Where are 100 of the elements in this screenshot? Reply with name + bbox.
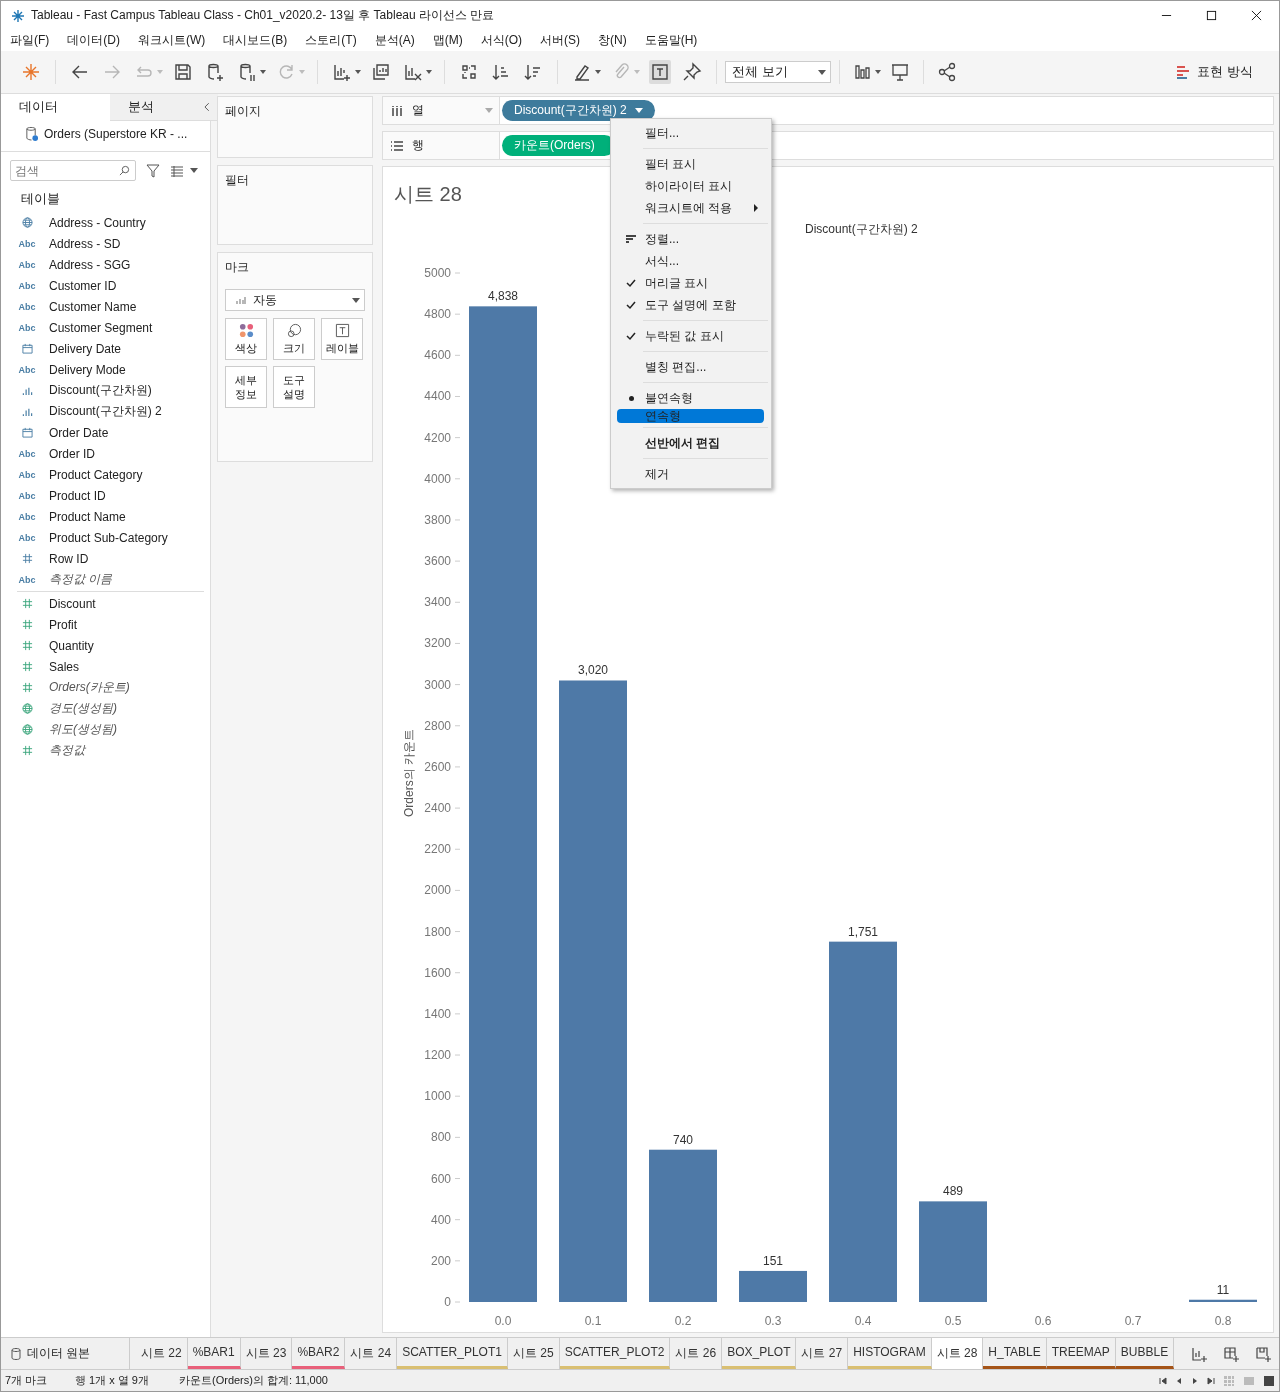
menu-item[interactable]: 별칭 편집... (617, 356, 764, 378)
menu-item[interactable]: 선반에서 편집 (617, 432, 764, 454)
field-name[interactable]: 위도(생성됨) (49, 721, 117, 738)
menu-item[interactable]: 분석(A) (374, 32, 415, 49)
maximize-icon[interactable] (1206, 10, 1217, 21)
field-name[interactable]: Product ID (49, 488, 106, 503)
menu-item[interactable]: 파일(F) (10, 32, 50, 49)
field-name[interactable]: Discount(구간차원) 2 (49, 403, 162, 420)
field-name[interactable]: Discount (49, 596, 96, 611)
menu-item[interactable]: 스토리(T) (305, 32, 357, 49)
menu-item[interactable]: 불연속형 (617, 387, 764, 409)
menu-item[interactable]: 창(N) (598, 32, 627, 49)
share-icon[interactable] (937, 62, 957, 82)
field-pill[interactable]: Discount(구간차원) 2 (502, 100, 655, 121)
pin-icon[interactable] (682, 62, 702, 82)
tooltip-mark-button[interactable]: 도구 설명 (273, 366, 315, 408)
previous-page-icon[interactable] (1175, 1376, 1183, 1385)
clear-sheet-icon[interactable] (403, 62, 423, 82)
number-type-icon (21, 619, 33, 630)
filter-icon[interactable] (146, 163, 160, 178)
duplicate-sheet-icon[interactable] (371, 62, 391, 82)
tab-view-icon[interactable] (1263, 1374, 1275, 1387)
close-icon[interactable] (1251, 10, 1262, 21)
save-icon[interactable] (173, 62, 193, 82)
sheet-tab[interactable]: 시트 28 (931, 1338, 984, 1369)
pause-data-icon[interactable] (237, 62, 257, 82)
bar-chart-icon[interactable] (853, 62, 873, 82)
field-name[interactable]: Delivery Date (49, 341, 122, 356)
next-page-icon[interactable] (1191, 1376, 1199, 1385)
field-name[interactable]: Product Name (49, 509, 126, 524)
menu-item[interactable]: 필터... (617, 122, 764, 144)
menu-item[interactable]: 하이라이터 표시 (617, 175, 764, 197)
field-name[interactable]: 측정값 (49, 742, 85, 759)
menu-item[interactable]: 도움말(H) (644, 32, 698, 49)
new-dashboard-icon[interactable] (1223, 1345, 1239, 1362)
menu-item[interactable]: 서식(O) (480, 32, 522, 49)
collapse-icon[interactable] (204, 102, 210, 112)
menu-item[interactable]: 워크시트에 적용 (617, 197, 764, 219)
sort-ascending-icon[interactable] (491, 62, 511, 82)
field-name[interactable]: Customer Segment (49, 320, 153, 335)
new-data-source-icon[interactable] (205, 62, 225, 82)
field-name[interactable]: Address - SGG (49, 257, 131, 272)
field-name[interactable]: Order ID (49, 446, 95, 461)
menu-item[interactable]: 정렬... (617, 228, 764, 250)
menu-item[interactable]: 머리글 표시 (617, 272, 764, 294)
menu-item[interactable]: 워크시트(W) (138, 32, 206, 49)
caret-icon[interactable] (190, 168, 198, 173)
field-name[interactable]: Address - SD (49, 236, 121, 251)
size-mark-button[interactable]: 크기 (273, 318, 315, 360)
field-name[interactable]: Product Sub-Category (49, 530, 168, 545)
mark-type-dropdown[interactable]: 자동 (225, 289, 365, 311)
field-name[interactable]: Orders(카운트) (49, 679, 130, 696)
field-name[interactable]: Product Category (49, 467, 143, 482)
field-name[interactable]: Profit (49, 617, 77, 632)
label-mark-button[interactable]: 레이블 (321, 318, 363, 360)
caret-icon[interactable] (355, 70, 361, 74)
field-name[interactable]: Customer Name (49, 299, 137, 314)
detail-mark-button[interactable]: 세부 정보 (225, 366, 267, 408)
menu-item[interactable]: 필터 표시 (617, 153, 764, 175)
new-worksheet-icon[interactable] (1191, 1345, 1207, 1362)
field-name[interactable]: 경도(생성됨) (49, 700, 117, 717)
field-name[interactable]: Customer ID (49, 278, 117, 293)
menu-item[interactable]: 대시보드(B) (223, 32, 288, 49)
last-page-icon[interactable] (1207, 1376, 1215, 1385)
menu-item[interactable]: 데이터(D) (67, 32, 120, 49)
menu-item[interactable]: 연속형 (617, 409, 764, 423)
field-name[interactable]: Order Date (49, 425, 109, 440)
swap-icon[interactable] (459, 62, 479, 82)
sort-descending-icon[interactable] (523, 62, 543, 82)
caret-icon[interactable] (595, 70, 601, 74)
field-name[interactable]: Row ID (49, 551, 89, 566)
field-name[interactable]: Delivery Mode (49, 362, 126, 377)
first-page-icon[interactable] (1159, 1376, 1167, 1385)
field-name[interactable]: Sales (49, 659, 80, 674)
new-story-icon[interactable] (1255, 1345, 1271, 1362)
menu-item[interactable]: 누락된 값 표시 (617, 325, 764, 347)
field-name[interactable]: 측정값 이름 (49, 571, 113, 588)
field-name[interactable]: Quantity (49, 638, 94, 653)
menu-item[interactable]: 제거 (617, 463, 764, 485)
new-sheet-icon[interactable] (332, 62, 352, 82)
field-name[interactable]: Discount(구간차원) (49, 382, 152, 399)
color-mark-button[interactable]: 색상 (225, 318, 267, 360)
highlight-pen-icon[interactable] (572, 62, 592, 82)
show-me-button[interactable]: 표현 방식 (1176, 63, 1253, 81)
list-view-icon[interactable] (170, 163, 184, 178)
field-name[interactable]: Address - Country (49, 215, 146, 230)
tableau-logo-icon[interactable] (21, 62, 41, 82)
presentation-icon[interactable] (890, 62, 910, 82)
menu-item[interactable]: 서버(S) (540, 32, 580, 49)
search-icon[interactable] (119, 165, 130, 176)
menu-item[interactable]: 도구 설명에 포함 (617, 294, 764, 316)
search-field[interactable]: 검색 (10, 160, 136, 181)
caret-icon[interactable] (426, 70, 432, 74)
text-label-button[interactable] (649, 60, 671, 84)
caret-icon[interactable] (875, 70, 881, 74)
data-source-name[interactable]: Orders (Superstore KR - ... (44, 126, 188, 141)
fit-dropdown[interactable]: 전체 보기 (725, 61, 831, 83)
menu-item[interactable]: 서식... (617, 250, 764, 272)
menu-item[interactable]: 맵(M) (432, 32, 463, 49)
caret-icon[interactable] (260, 70, 266, 74)
